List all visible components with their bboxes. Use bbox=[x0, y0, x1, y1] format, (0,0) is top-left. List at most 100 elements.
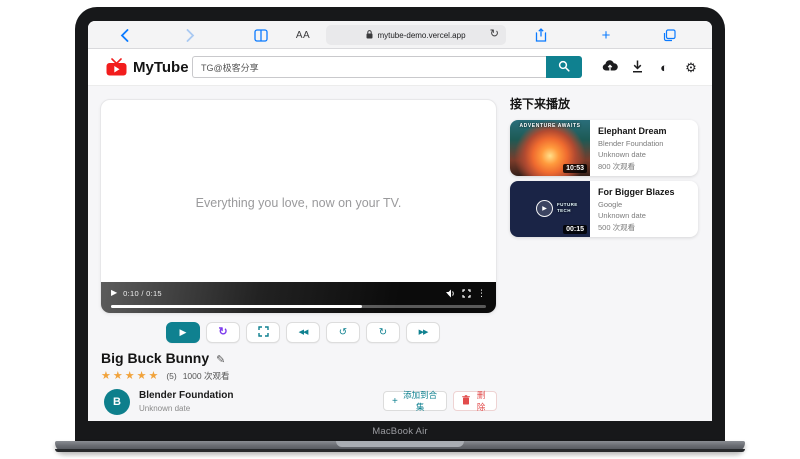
cloud-upload-button[interactable] bbox=[602, 60, 618, 76]
up-next-views: 500 次观看 bbox=[598, 222, 675, 233]
thumbnail-caption: ADVENTURE AWAITS bbox=[510, 123, 590, 129]
contrast-icon: ◐ bbox=[660, 61, 668, 74]
laptop-lid: AA mytube-demo.vercel.app ↻ + bbox=[75, 7, 725, 441]
trash-icon bbox=[462, 395, 470, 407]
up-next-item[interactable]: ▶ FUTURE TECH 00:15 For Bigger Blazes Go… bbox=[510, 181, 698, 237]
video-thumbnail[interactable]: ▶ FUTURE TECH 00:15 bbox=[510, 181, 590, 237]
browser-tabs-button[interactable] bbox=[660, 21, 678, 49]
skip-forward-button[interactable]: ↻ bbox=[366, 322, 400, 343]
search-button[interactable] bbox=[546, 56, 582, 78]
tabs-overview-icon bbox=[663, 29, 676, 42]
fullscreen-button[interactable] bbox=[246, 322, 280, 343]
fast-forward-icon: ▶▶ bbox=[419, 329, 428, 336]
delete-label: 删除 bbox=[474, 389, 488, 413]
site-header: MyTube bbox=[88, 49, 712, 86]
channel-row: B Blender Foundation Unknown date + 添加到合… bbox=[101, 388, 497, 418]
search-input[interactable] bbox=[192, 56, 546, 78]
browser-sidebar-button[interactable] bbox=[251, 21, 271, 49]
edit-title-icon[interactable]: ✎ bbox=[216, 354, 225, 366]
video-title-row: Big Buck Bunny ✎ bbox=[101, 350, 225, 366]
up-next-date: Unknown date bbox=[598, 211, 675, 220]
rating-row: ★★★★★ (5) 1000 次观看 bbox=[101, 369, 229, 382]
skip-forward-icon: ↻ bbox=[379, 328, 387, 338]
video-meta: For Bigger Blazes Google Unknown date 50… bbox=[590, 181, 683, 237]
download-button[interactable] bbox=[629, 60, 645, 76]
duration-badge: 00:15 bbox=[563, 225, 587, 234]
up-next-video-title: For Bigger Blazes bbox=[598, 187, 675, 197]
player-menu-icon[interactable]: ⋮ bbox=[477, 288, 486, 299]
download-icon bbox=[632, 60, 643, 76]
url-text: mytube-demo.vercel.app bbox=[377, 31, 465, 40]
gear-icon: ⚙ bbox=[685, 61, 697, 74]
laptop-screen: AA mytube-demo.vercel.app ↻ + bbox=[88, 21, 712, 421]
reload-icon[interactable]: ↻ bbox=[490, 27, 499, 40]
video-thumbnail[interactable]: ADVENTURE AWAITS 10:53 bbox=[510, 120, 590, 176]
browser-back-button[interactable] bbox=[115, 21, 133, 49]
brand-title[interactable]: MyTube bbox=[133, 59, 189, 76]
browser-toolbar: AA mytube-demo.vercel.app ↻ + bbox=[88, 21, 712, 49]
page-content: Everything you love, now on your TV. ▶ 0… bbox=[88, 86, 712, 421]
chevron-right-icon bbox=[186, 29, 195, 42]
play-icon: ▶ bbox=[180, 328, 187, 337]
fast-forward-button[interactable]: ▶▶ bbox=[406, 322, 440, 343]
browser-forward-button[interactable] bbox=[181, 21, 199, 49]
thumbnail-caption: FUTURE TECH bbox=[557, 202, 578, 214]
up-next-title: 接下来播放 bbox=[510, 95, 698, 112]
star-rating[interactable]: ★★★★★ bbox=[101, 369, 160, 382]
reader-aa-label: AA bbox=[296, 30, 310, 41]
player-time-display: 0:10 / 0:15 bbox=[123, 289, 162, 298]
macbook-label: MacBook Air bbox=[75, 426, 725, 437]
laptop-base bbox=[55, 441, 745, 452]
delete-button[interactable]: 删除 bbox=[453, 391, 497, 411]
skip-back-button[interactable]: ↺ bbox=[326, 322, 360, 343]
cloud-upload-icon bbox=[602, 60, 618, 75]
share-icon bbox=[535, 28, 547, 42]
video-frame-text: Everything you love, now on your TV. bbox=[101, 196, 496, 210]
fullscreen-icon bbox=[258, 326, 269, 340]
laptop-base-notch bbox=[336, 441, 464, 447]
video-player[interactable]: Everything you love, now on your TV. ▶ 0… bbox=[100, 99, 497, 314]
channel-name[interactable]: Blender Foundation bbox=[139, 390, 233, 401]
address-bar[interactable]: mytube-demo.vercel.app ↻ bbox=[326, 25, 506, 45]
up-next-views: 800 次观看 bbox=[598, 161, 667, 172]
channel-avatar[interactable]: B bbox=[104, 389, 130, 415]
sidebar-book-icon bbox=[254, 29, 268, 42]
video-actions: + 添加到合集 删除 bbox=[383, 391, 497, 411]
theme-toggle-button[interactable]: ◐ bbox=[656, 60, 672, 76]
up-next-video-title: Elephant Dream bbox=[598, 126, 667, 136]
lock-icon bbox=[366, 26, 373, 44]
skip-back-icon: ↺ bbox=[339, 328, 347, 338]
add-to-collection-button[interactable]: + 添加到合集 bbox=[383, 391, 447, 411]
browser-reader-button[interactable]: AA bbox=[291, 21, 315, 49]
search-icon bbox=[558, 60, 570, 75]
up-next-item[interactable]: ADVENTURE AWAITS 10:53 Elephant Dream Bl… bbox=[510, 120, 698, 176]
thumbnail-play-icon: ▶ bbox=[536, 200, 553, 217]
screenshot-stage: AA mytube-demo.vercel.app ↻ + bbox=[0, 0, 800, 459]
player-progress-bar[interactable] bbox=[111, 305, 486, 308]
settings-button[interactable]: ⚙ bbox=[683, 60, 699, 76]
loop-button[interactable]: ↻ bbox=[206, 322, 240, 343]
browser-newtab-button[interactable]: + bbox=[597, 21, 615, 49]
laptop-base-lip bbox=[55, 449, 745, 452]
rewind-button[interactable]: ◀◀ bbox=[286, 322, 320, 343]
search-bar bbox=[192, 56, 582, 78]
transport-controls: ▶ ↻ ◀◀ ↺ bbox=[166, 322, 440, 343]
up-next-date: Unknown date bbox=[598, 150, 667, 159]
up-next-channel: Blender Foundation bbox=[598, 139, 667, 148]
mytube-logo-icon[interactable] bbox=[106, 58, 127, 81]
player-progress-fill bbox=[111, 305, 362, 308]
play-button[interactable]: ▶ bbox=[166, 322, 200, 343]
player-fullscreen-icon[interactable] bbox=[462, 289, 471, 298]
plus-icon: + bbox=[602, 27, 611, 44]
views-count: 1000 次观看 bbox=[183, 370, 230, 382]
header-actions: ◐ ⚙ bbox=[602, 49, 699, 86]
rating-count: (5) bbox=[166, 371, 176, 381]
up-next-channel: Google bbox=[598, 200, 675, 209]
player-controls-bar: ▶ 0:10 / 0:15 ⋮ bbox=[101, 282, 496, 313]
volume-icon[interactable] bbox=[446, 289, 456, 298]
player-play-icon[interactable]: ▶ bbox=[111, 289, 117, 297]
video-title: Big Buck Bunny bbox=[101, 350, 209, 366]
channel-date: Unknown date bbox=[139, 404, 190, 413]
video-meta: Elephant Dream Blender Foundation Unknow… bbox=[590, 120, 675, 176]
browser-share-button[interactable] bbox=[532, 21, 550, 49]
